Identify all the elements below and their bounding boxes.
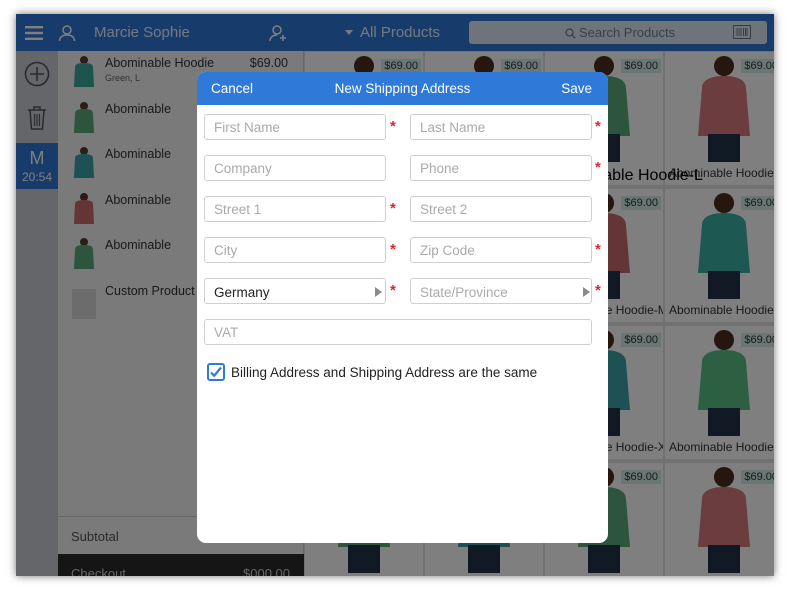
required-marker: * [390, 241, 396, 258]
company-field[interactable] [204, 155, 386, 181]
vat-field[interactable] [204, 319, 592, 345]
zip-code-field[interactable] [410, 237, 592, 263]
same-address-label[interactable]: Billing Address and Shipping Address are… [231, 365, 537, 380]
same-address-checkbox[interactable] [207, 363, 225, 381]
state-placeholder: State/Province [420, 285, 508, 300]
checkmark-icon [210, 366, 222, 378]
required-marker: * [390, 282, 396, 299]
required-marker: * [390, 200, 396, 217]
select-arrow-icon [375, 287, 382, 297]
required-marker: * [390, 118, 396, 135]
city-field[interactable] [204, 237, 386, 263]
app-window: Marcie Sophie All Products Search Produc… [16, 14, 774, 576]
dialog-header: Cancel New Shipping Address Save [197, 72, 608, 105]
street1-field[interactable] [204, 196, 386, 222]
phone-field[interactable] [410, 155, 592, 181]
street2-field[interactable] [410, 196, 592, 222]
dialog-title: New Shipping Address [334, 81, 471, 96]
new-shipping-address-dialog: Cancel New Shipping Address Save * * * *… [197, 72, 608, 543]
save-button[interactable]: Save [561, 81, 592, 96]
required-marker: * [595, 282, 601, 299]
state-select[interactable]: State/Province [410, 278, 592, 304]
country-value: Germany [214, 285, 270, 300]
select-arrow-icon [583, 287, 590, 297]
required-marker: * [595, 159, 601, 176]
country-select[interactable]: Germany [204, 278, 386, 304]
required-marker: * [595, 118, 601, 135]
last-name-field[interactable] [410, 114, 592, 140]
first-name-field[interactable] [204, 114, 386, 140]
required-marker: * [595, 241, 601, 258]
